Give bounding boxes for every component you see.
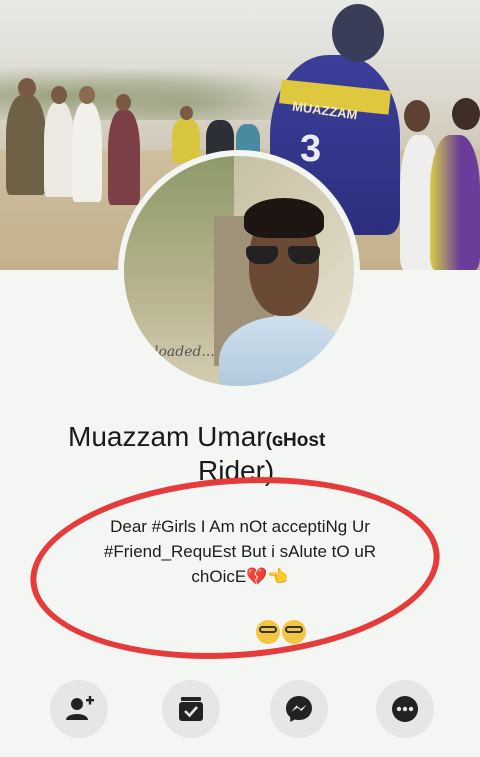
profile-picture-frame[interactable]: loaded... (118, 150, 360, 392)
profile-name-suffix: (ɢHost (265, 430, 326, 451)
message-button[interactable] (270, 680, 328, 738)
messenger-icon (286, 696, 312, 722)
cover-person-head (180, 106, 193, 120)
nerd-face-icon (256, 620, 280, 644)
avatar-hair (244, 198, 324, 238)
cover-person-head (79, 86, 95, 104)
pointing-hand-icon: 👈 (267, 567, 289, 586)
follow-icon (179, 697, 203, 721)
bio-line-3-text: chOicE (191, 567, 247, 586)
cover-person-head (452, 98, 480, 130)
cover-person (44, 102, 74, 197)
bio-line-1: Dear #Girls I Am nOt acceptiNg Ur (110, 517, 370, 536)
cover-person-head (116, 94, 131, 111)
follow-button[interactable] (162, 680, 220, 738)
nerd-face-icon (282, 620, 306, 644)
cover-person-head (51, 86, 67, 104)
cover-player-head (332, 4, 384, 62)
cover-person-head (404, 100, 430, 132)
add-friend-button[interactable] (50, 680, 108, 738)
profile-picture[interactable]: loaded... (124, 156, 354, 386)
profile-actions (0, 680, 480, 740)
profile-name-text: Muazzam Umar (68, 421, 266, 452)
add-friend-icon (66, 696, 94, 720)
cover-trees (0, 60, 300, 120)
more-icon (392, 696, 418, 722)
cover-person-head (18, 78, 36, 98)
cover-jersey-number: 3 (300, 128, 322, 170)
cover-person (430, 135, 480, 270)
broken-heart-icon: 💔 (246, 567, 268, 586)
bio-emoji-row (256, 620, 308, 650)
bio-line-3: chOicE💔👈 (60, 564, 420, 589)
cover-person (72, 102, 102, 202)
bio-line-2: #Friend_RequEst But i sAlute tO uR (103, 542, 377, 561)
profile-bio: Dear #Girls I Am nOt acceptiNg Ur #Frien… (60, 514, 420, 589)
avatar-watermark: loaded... (154, 344, 215, 360)
avatar-sunglasses (246, 246, 322, 264)
more-options-button[interactable] (376, 680, 434, 738)
cover-person (6, 95, 46, 195)
